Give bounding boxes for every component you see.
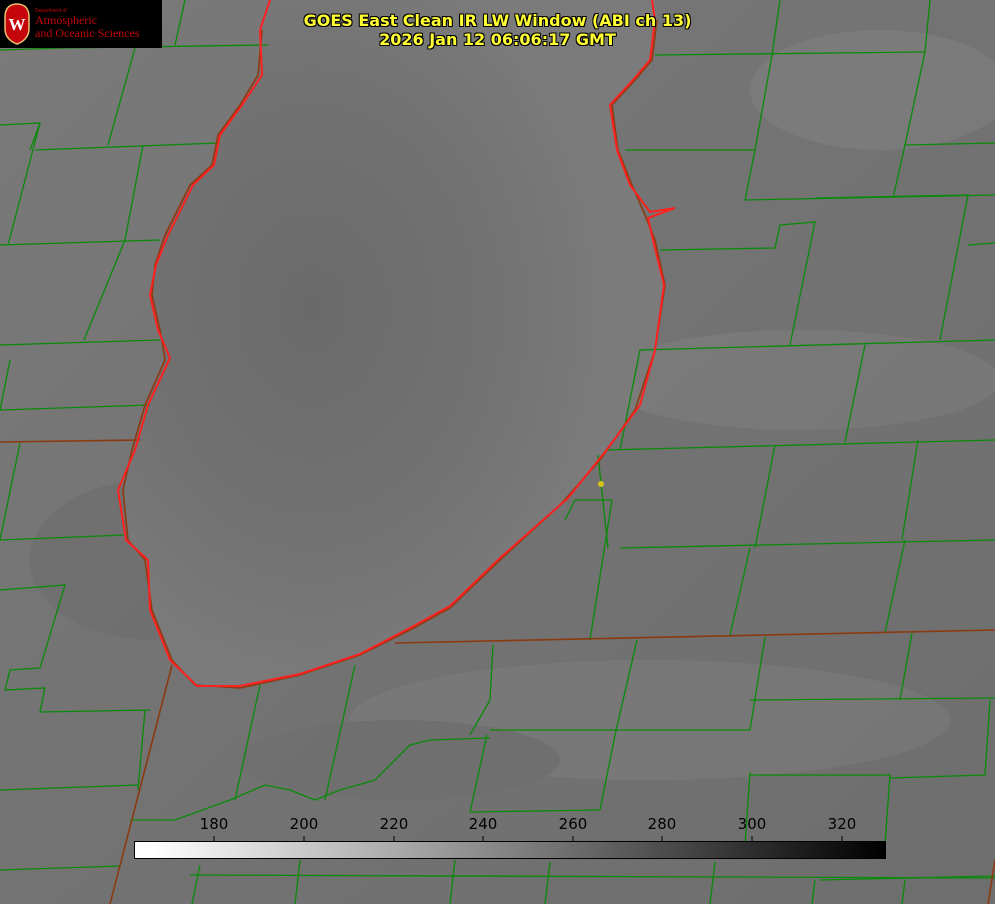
satellite-image-view: W Department of Atmospheric and Oceanic … <box>0 0 995 904</box>
colorbar-tick-label: 180 <box>199 815 229 833</box>
colorbar <box>134 841 886 859</box>
colorbar-tick-label: 260 <box>558 815 588 833</box>
colorbar-tick-label: 200 <box>289 815 319 833</box>
svg-text:W: W <box>9 15 26 34</box>
satellite-map <box>0 0 995 904</box>
station-marker-icon <box>598 481 604 487</box>
colorbar-tick-label: 220 <box>379 815 409 833</box>
uw-crest-icon: W <box>4 3 30 45</box>
title-line-product: GOES East Clean IR LW Window (ABI ch 13) <box>303 11 692 30</box>
logo-name-line2: and Oceanic Sciences <box>35 26 140 40</box>
uw-aos-logo: W Department of Atmospheric and Oceanic … <box>0 0 162 48</box>
colorbar-tick-label: 300 <box>737 815 767 833</box>
title-line-timestamp: 2026 Jan 12 06:06:17 GMT <box>379 30 616 49</box>
image-title: GOES East Clean IR LW Window (ABI ch 13)… <box>260 11 735 49</box>
colorbar-tick-label: 280 <box>647 815 677 833</box>
colorbar-tick-label: 240 <box>468 815 498 833</box>
colorbar-tick-label: 320 <box>827 815 857 833</box>
